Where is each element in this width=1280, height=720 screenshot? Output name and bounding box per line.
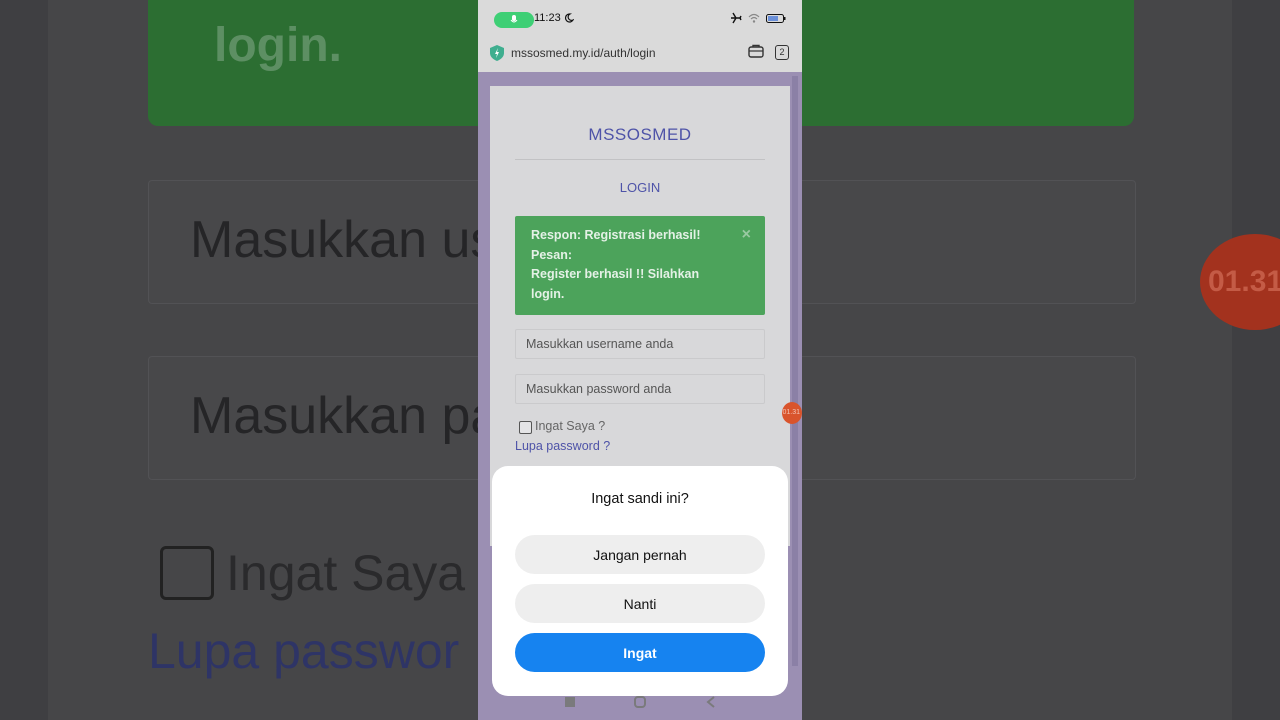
airplane-icon: [731, 12, 742, 24]
status-time: 11:23: [534, 12, 561, 24]
shield-icon: [490, 45, 504, 61]
remember-password-button[interactable]: Ingat: [515, 633, 765, 672]
battery-icon: [766, 13, 786, 23]
later-button[interactable]: Nanti: [515, 584, 765, 623]
back-icon[interactable]: [706, 696, 716, 708]
forgot-password-link[interactable]: Lupa password ?: [515, 439, 610, 453]
page-heading: LOGIN: [619, 180, 661, 195]
briefcase-icon[interactable]: [748, 44, 764, 58]
never-button[interactable]: Jangan pernah: [515, 535, 765, 574]
moon-icon: [564, 13, 574, 23]
background-username-placeholder: Masukkan us: [190, 211, 497, 269]
success-alert: Respon: Registrasi berhasil! Pesan: Regi…: [515, 216, 765, 315]
url-text[interactable]: mssosmed.my.id/auth/login: [511, 46, 656, 60]
alert-response-line: Respon: Registrasi berhasil!: [531, 228, 701, 242]
home-icon[interactable]: [634, 696, 646, 708]
microphone-icon: [510, 15, 518, 23]
alert-message-label: Pesan:: [531, 247, 572, 262]
dialog-title: Ingat sandi ini?: [591, 491, 689, 507]
background-remember-label: Ingat Saya: [226, 545, 466, 601]
recents-icon[interactable]: [564, 696, 576, 708]
address-bar[interactable]: mssosmed.my.id/auth/login 2: [478, 38, 802, 72]
background-forgot-link: Lupa passwor: [148, 623, 460, 679]
alert-message-line: Register berhasil !! Silahkan: [531, 267, 700, 282]
microphone-indicator: [494, 12, 534, 28]
username-input[interactable]: Masukkan username anda: [515, 329, 765, 359]
tab-count-button[interactable]: 2: [775, 45, 789, 60]
background-password-placeholder: Masukkan pa: [190, 387, 500, 445]
remember-label: Ingat Saya ?: [535, 419, 606, 433]
remember-checkbox[interactable]: [519, 421, 532, 434]
status-bar: 11:23: [478, 0, 802, 38]
scrollbar[interactable]: [792, 76, 798, 666]
wifi-icon: [748, 13, 760, 23]
floating-badge[interactable]: 01.31: [782, 402, 802, 424]
background-checkbox: [160, 546, 214, 600]
password-input[interactable]: Masukkan password anda: [515, 374, 765, 404]
background-alert-text: login.: [214, 19, 342, 72]
brand-title: MSSOSMED: [588, 125, 692, 144]
alert-message-line-2: login.: [531, 286, 565, 301]
save-password-dialog: Ingat sandi ini? Jangan pernah Nanti Ing…: [492, 466, 788, 696]
divider: [515, 159, 765, 160]
close-icon[interactable]: ×: [742, 226, 751, 244]
